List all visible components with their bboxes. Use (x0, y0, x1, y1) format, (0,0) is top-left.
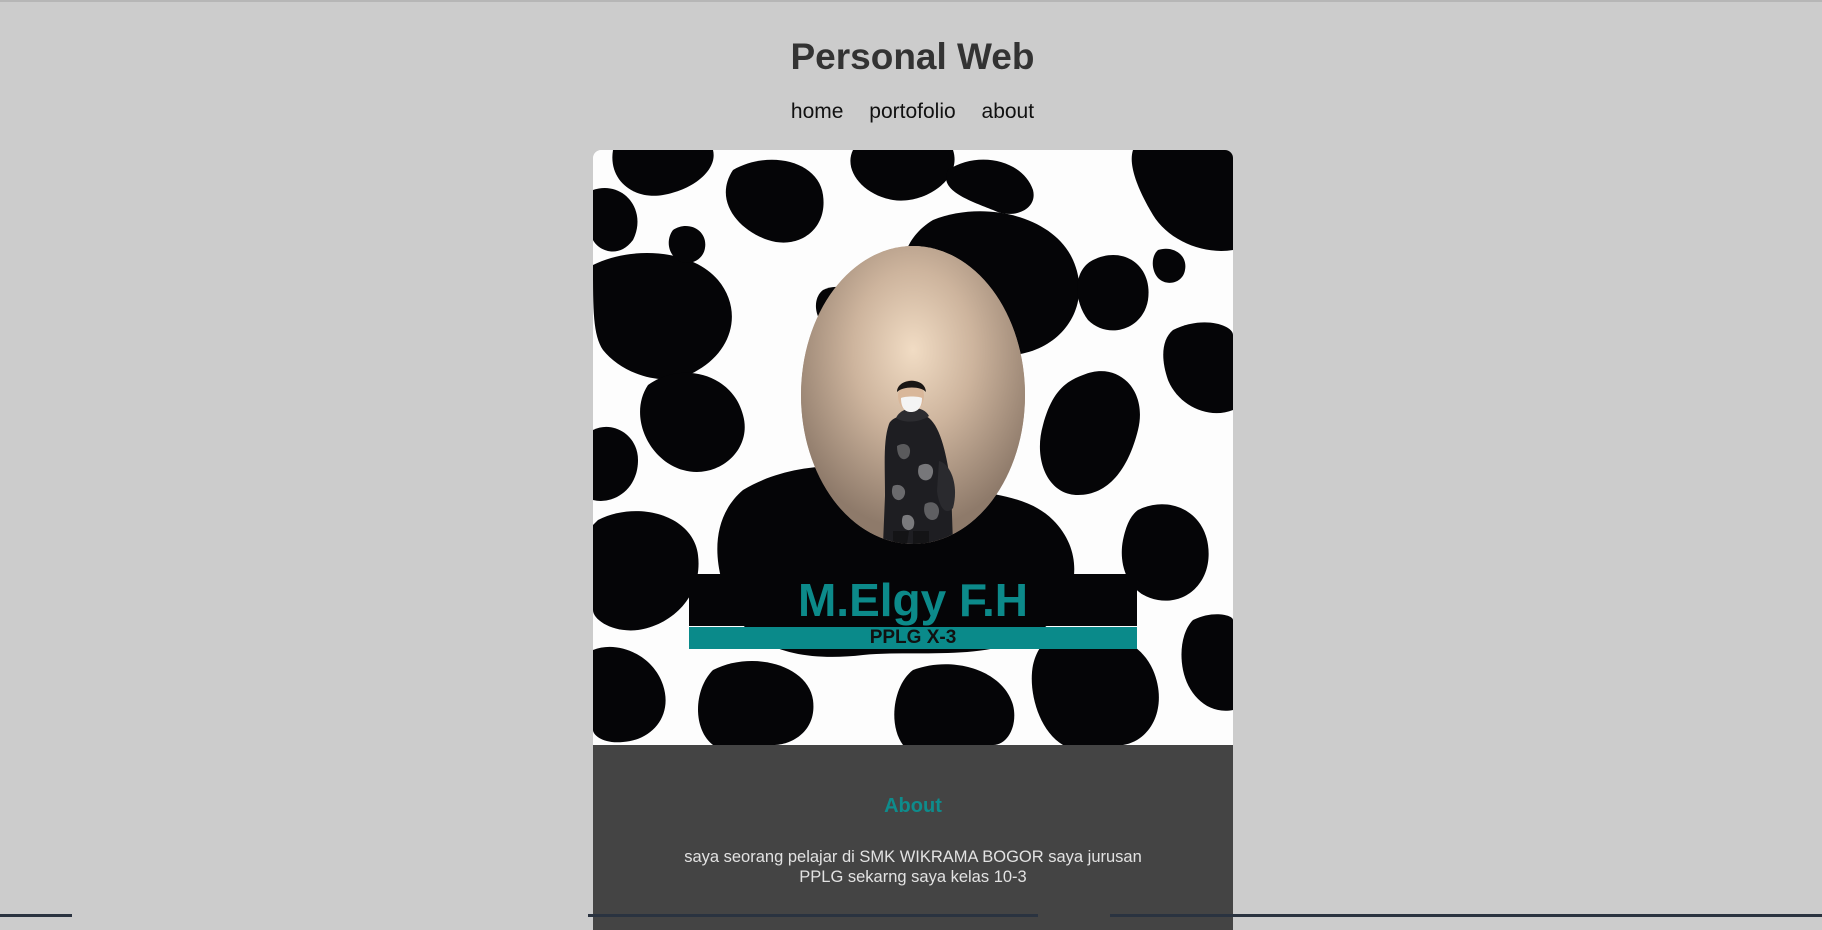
about-title: About (884, 795, 942, 817)
about-section: About saya seorang pelajar di SMK WIKRAM… (593, 745, 1233, 930)
person-figure-icon (801, 246, 1025, 544)
profile-name: M.Elgy F.H (797, 574, 1029, 626)
class-label: PPLG X-3 (689, 627, 1137, 649)
nav-link-home[interactable]: home (791, 100, 844, 123)
main-nav: home portofolio about (0, 100, 1822, 124)
profile-card: M.Elgy F.H PPLG X-3 About saya seorang p… (593, 150, 1233, 930)
nav-link-portofolio[interactable]: portofolio (869, 100, 955, 123)
site-title: Personal Web (790, 36, 1035, 77)
nav-link-about[interactable]: about (982, 100, 1035, 123)
about-text: saya seorang pelajar di SMK WIKRAMA BOGO… (684, 848, 1142, 886)
top-border (0, 0, 1822, 2)
profile-photo (801, 246, 1025, 544)
hero-banner: M.Elgy F.H PPLG X-3 (593, 150, 1233, 745)
